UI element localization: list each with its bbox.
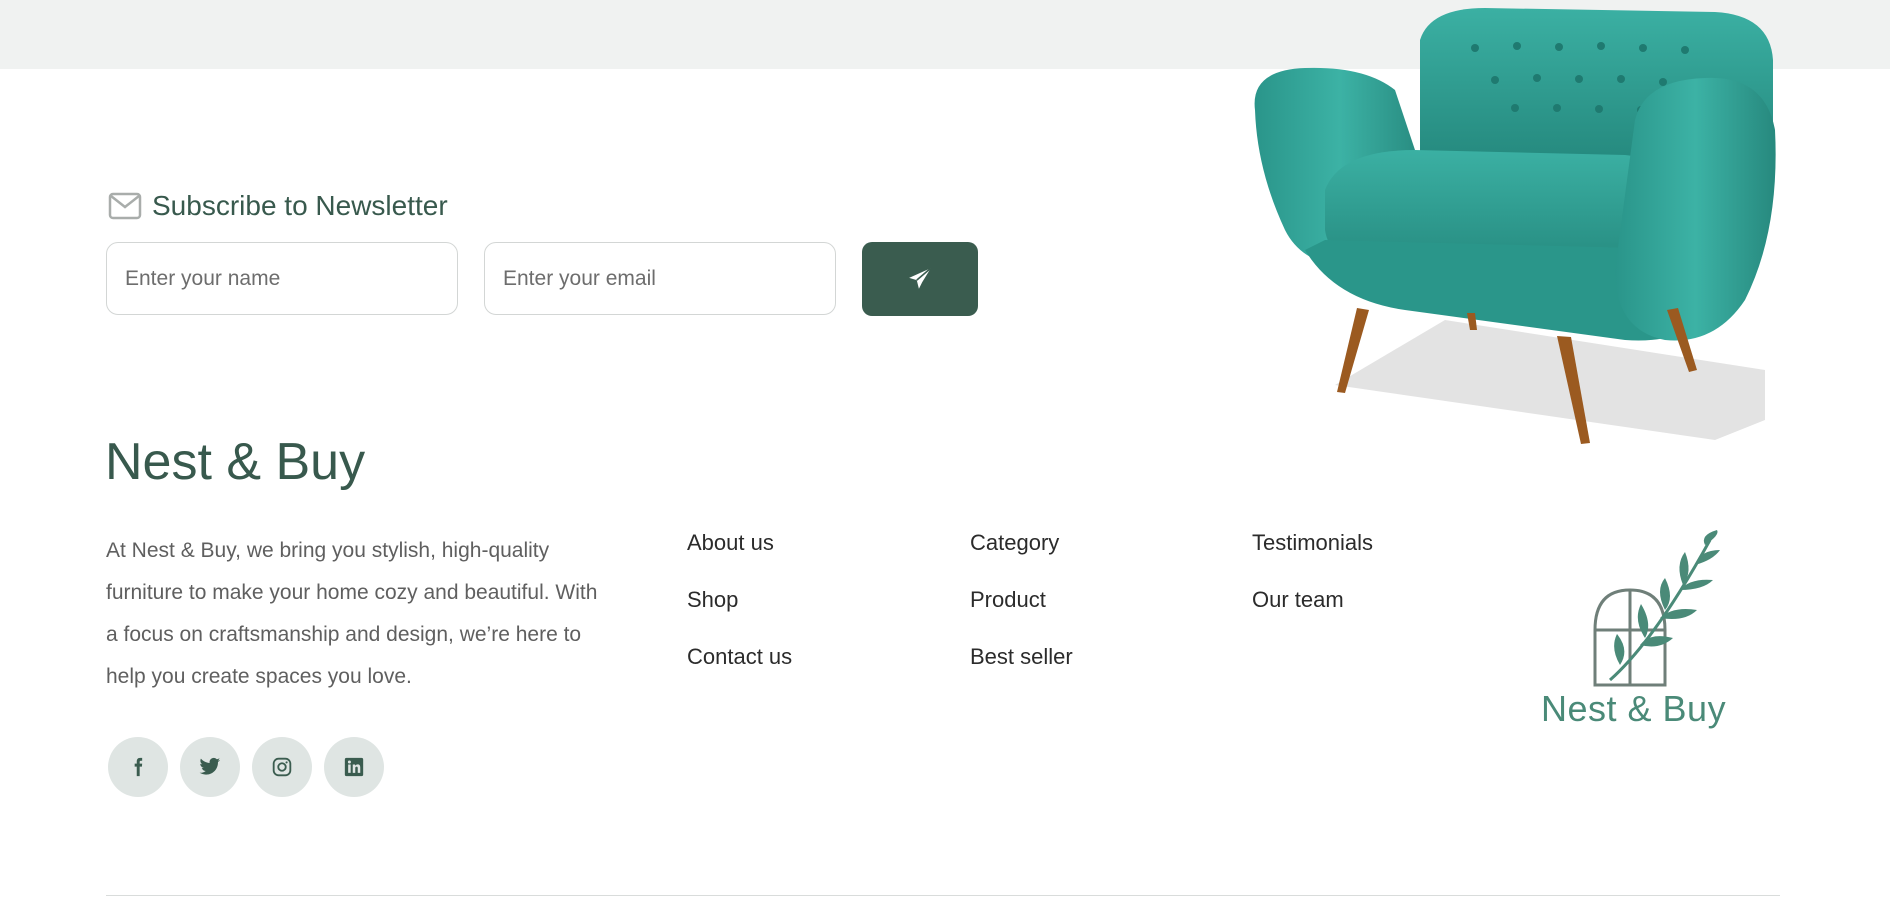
paper-plane-icon <box>909 267 932 289</box>
brand-name: Nest & Buy <box>105 433 366 491</box>
twitter-icon <box>199 757 221 775</box>
facebook-icon <box>134 757 143 777</box>
linkedin-icon <box>344 757 364 777</box>
link-category[interactable]: Category <box>970 530 1073 587</box>
email-input[interactable] <box>484 242 836 315</box>
subscribe-submit-button[interactable] <box>862 242 978 316</box>
newsletter-title: Subscribe to Newsletter <box>152 190 448 221</box>
envelope-icon <box>108 192 142 220</box>
footer-links-column-1: About us Shop Contact us <box>687 530 792 701</box>
twitter-button[interactable] <box>180 737 240 797</box>
link-shop[interactable]: Shop <box>687 587 792 644</box>
link-product[interactable]: Product <box>970 587 1073 644</box>
armchair-image <box>1254 8 1776 444</box>
footer-links-column-2: Category Product Best seller <box>970 530 1073 701</box>
instagram-icon <box>272 757 292 777</box>
logo-text: Nest & Buy <box>1541 688 1727 729</box>
name-input[interactable] <box>106 242 458 315</box>
footer-links-column-3: Testimonials Our team <box>1252 530 1373 644</box>
link-about-us[interactable]: About us <box>687 530 792 587</box>
brand-description: At Nest & Buy, we bring you stylish, hig… <box>106 539 598 688</box>
linkedin-button[interactable] <box>324 737 384 797</box>
link-our-team[interactable]: Our team <box>1252 587 1373 644</box>
link-testimonials[interactable]: Testimonials <box>1252 530 1373 587</box>
footer-divider <box>106 895 1780 896</box>
link-best-seller[interactable]: Best seller <box>970 644 1073 701</box>
instagram-button[interactable] <box>252 737 312 797</box>
facebook-button[interactable] <box>108 737 168 797</box>
social-links <box>108 737 384 797</box>
link-contact-us[interactable]: Contact us <box>687 644 792 701</box>
newsletter-heading: Subscribe to Newsletter <box>108 190 448 222</box>
